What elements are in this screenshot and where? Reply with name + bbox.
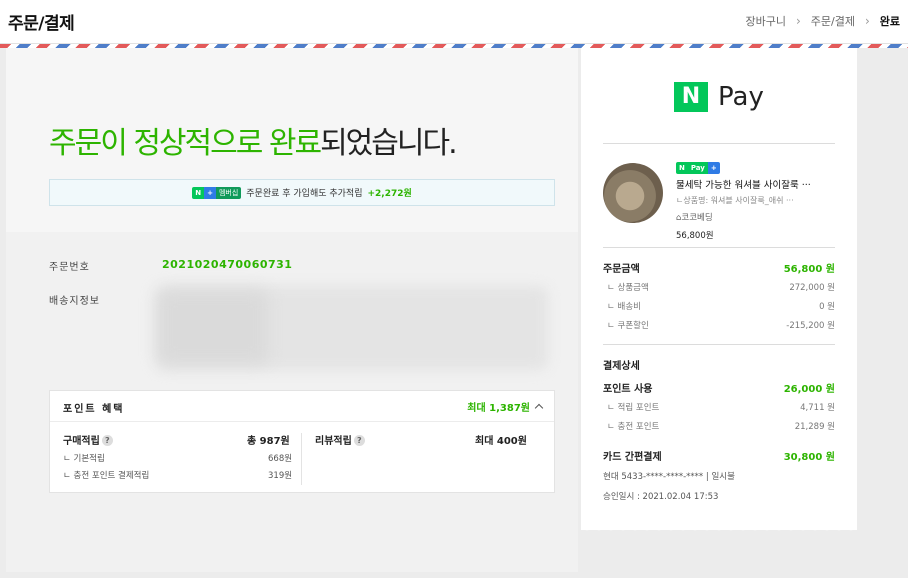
npay-membership-badge: N + 멤버십 xyxy=(192,186,242,199)
chevron-right-icon: › xyxy=(864,14,870,28)
payment-detail-heading: 결제상세 xyxy=(603,361,640,372)
product-summary: N Pay + 물세탁 가능한 워셔블 사이잘룩 ··· ㄴ상품명: 워셔블 사이잘… xyxy=(676,155,846,241)
divider xyxy=(301,433,302,485)
npay-logo-text: Pay xyxy=(718,82,764,112)
heading-rest: 되었습니다. xyxy=(320,126,458,161)
breadcrumb-cart[interactable]: 장바구니 xyxy=(745,13,785,29)
divider xyxy=(603,143,835,144)
basic-points-value: 668원 xyxy=(268,454,293,464)
points-header[interactable]: 포인트 혜택 최대 1,387원 xyxy=(50,391,554,422)
product-name[interactable]: 물세탁 가능한 워셔블 사이잘룩 ··· xyxy=(676,177,846,191)
completion-heading: 주문이 정상적으로 완료되었습니다. xyxy=(49,118,458,162)
notice-points: +2,272원 xyxy=(367,189,412,199)
chevron-up-icon[interactable] xyxy=(534,403,544,413)
goods-amount-row: ㄴ 상품금액 272,000 원 xyxy=(607,283,835,293)
approval-time: 승인일시 : 2021.02.04 17:53 xyxy=(603,492,719,502)
purchase-points-label: 구매적립? xyxy=(63,432,113,447)
chevron-right-icon: › xyxy=(795,14,801,28)
points-title: 포인트 혜택 xyxy=(63,404,125,415)
charged-points-row: ㄴ 충전 포인트 21,289 원 xyxy=(607,422,835,432)
hero-section: 주문이 정상적으로 완료되었습니다. N + 멤버십 주문완료 후 가입해도 추가적… xyxy=(6,48,578,232)
product-price: 56,800원 xyxy=(676,231,714,241)
shipping-fee-row: ㄴ 배송비 0 원 xyxy=(607,302,835,312)
order-number-label: 주문번호 xyxy=(49,262,90,273)
point-use-row: 포인트 사용 26,000 원 xyxy=(603,384,835,395)
breadcrumb-checkout[interactable]: 주문/결제 xyxy=(811,13,855,29)
divider xyxy=(603,247,835,248)
basic-points-label: ㄴ 기본적립 xyxy=(63,454,105,464)
page-title: 주문/결제 xyxy=(8,14,75,34)
card-info: 현대 5433-****-****-**** | 일시불 xyxy=(603,472,735,482)
notice-text: 주문완료 후 가입해도 추가적립 xyxy=(246,189,363,199)
redacted-shipping-info-detail xyxy=(158,290,268,364)
membership-notice[interactable]: N + 멤버십 주문완료 후 가입해도 추가적립 +2,272원 xyxy=(49,179,555,206)
npay-logo: N Pay xyxy=(674,82,764,112)
points-benefit-box: 포인트 혜택 최대 1,387원 구매적립? 총 987원 ㄴ 기본적립 668… xyxy=(49,390,555,493)
charge-points-label: ㄴ 충전 포인트 결제적립 xyxy=(63,471,150,481)
coupon-discount-row: ㄴ 쿠폰할인 -215,200 원 xyxy=(607,321,835,331)
store-name[interactable]: ⌂코코베딩 xyxy=(676,211,846,223)
help-icon[interactable]: ? xyxy=(101,435,113,446)
purchase-points-total: 총 987원 xyxy=(247,436,290,447)
product-thumbnail[interactable] xyxy=(603,163,663,223)
heading-highlight: 주문이 정상적으로 완료 xyxy=(49,126,322,161)
points-max[interactable]: 최대 1,387원 xyxy=(467,399,544,414)
order-info-section: 주문번호 2021020470060731 배송지정보 포인트 혜택 최대 1,… xyxy=(6,232,578,572)
top-bar: 주문/결제 장바구니 › 주문/결제 › 완료 xyxy=(0,0,908,44)
earned-points-row: ㄴ 적립 포인트 4,711 원 xyxy=(607,403,835,413)
npay-plus-badge: N Pay + xyxy=(676,162,720,174)
npay-logo-mark: N xyxy=(674,82,708,112)
review-points-label: 리뷰적립? xyxy=(315,432,365,447)
shipping-info-label: 배송지정보 xyxy=(49,296,100,307)
charge-points-value: 319원 xyxy=(268,471,293,481)
order-amount-row: 주문금액 56,800 원 xyxy=(603,264,835,275)
receipt-torn-edge xyxy=(581,526,857,536)
card-payment-row: 카드 간편결제 30,800 원 xyxy=(603,452,835,463)
breadcrumb-complete: 완료 xyxy=(879,15,900,28)
divider xyxy=(603,344,835,345)
npay-receipt: N Pay N Pay + 물세탁 가능한 워셔블 사이잘룩 ··· ㄴ상품명: 워… xyxy=(581,48,857,530)
product-option: ㄴ상품명: 워셔블 사이잘룩_애쉬 ··· xyxy=(676,196,794,205)
review-points-value: 최대 400원 xyxy=(475,436,527,447)
order-number: 2021020470060731 xyxy=(162,258,293,271)
order-complete-panel: 주문이 정상적으로 완료되었습니다. N + 멤버십 주문완료 후 가입해도 추가적… xyxy=(6,48,578,572)
breadcrumb: 장바구니 › 주문/결제 › 완료 xyxy=(745,13,900,29)
help-icon[interactable]: ? xyxy=(353,435,365,446)
